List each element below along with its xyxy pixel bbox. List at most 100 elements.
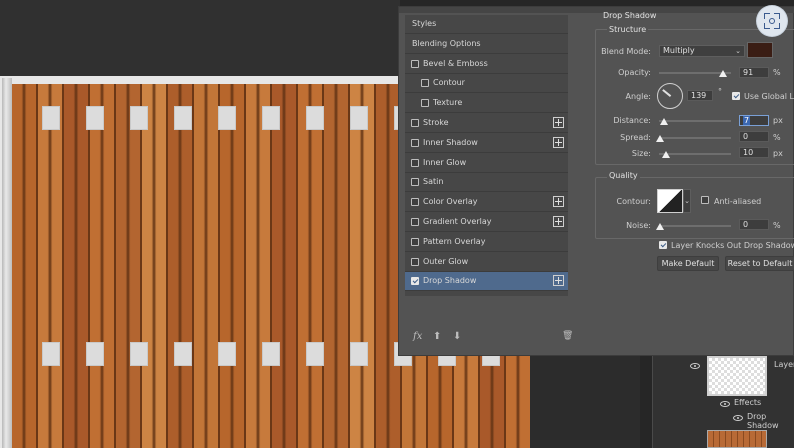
style-checkbox[interactable] (411, 59, 419, 68)
add-effect-plus-icon[interactable] (553, 216, 564, 227)
style-item-gradient-overlay[interactable]: Gradient Overlay (405, 213, 568, 232)
layer-knocks-out-label[interactable]: Layer Knocks Out Drop Shadow (671, 241, 794, 250)
drop-shadow-effect-label[interactable]: Drop Shadow (747, 412, 794, 430)
move-down-icon[interactable]: ⬇ (453, 331, 461, 342)
style-checkbox[interactable] (411, 218, 419, 226)
use-global-light-checkbox[interactable] (732, 92, 740, 100)
fence-rail-plate (130, 342, 148, 366)
drop-shadow-title: Drop Shadow (603, 11, 657, 20)
style-item-label: Bevel & Emboss (423, 58, 488, 68)
fence-board (116, 84, 140, 448)
style-item-drop-shadow[interactable]: Drop Shadow (405, 272, 568, 292)
size-slider-handle[interactable] (662, 151, 670, 158)
canvas-pasteboard (0, 0, 400, 76)
style-item-stroke[interactable]: Stroke (405, 114, 568, 133)
fence-rail-plate (42, 342, 60, 366)
style-checkbox[interactable] (411, 257, 419, 266)
fence-board (298, 84, 322, 448)
style-item-styles[interactable]: Styles (405, 15, 568, 34)
size-input[interactable]: 10 (739, 147, 769, 158)
make-default-button[interactable]: Make Default (657, 256, 719, 271)
style-item-texture[interactable]: Texture (405, 94, 568, 114)
style-checkbox[interactable] (411, 277, 419, 286)
fence-metal-post (2, 78, 12, 448)
fence-layer-thumbnail[interactable] (707, 430, 767, 448)
style-item-label: Contour (433, 78, 465, 88)
quality-title: Quality (607, 171, 640, 180)
style-item-color-overlay[interactable]: Color Overlay (405, 193, 568, 213)
style-item-satin[interactable]: Satin (405, 173, 568, 193)
size-label: Size: (631, 149, 651, 158)
angle-input[interactable]: 139 (687, 90, 713, 101)
use-global-light-label[interactable]: Use Global Light (744, 92, 794, 101)
style-item-outer-glow[interactable]: Outer Glow (405, 252, 568, 272)
style-item-inner-shadow[interactable]: Inner Shadow (405, 133, 568, 153)
spread-slider-handle[interactable] (656, 135, 664, 142)
style-checkbox[interactable] (411, 138, 419, 147)
layer-knocks-out-checkbox[interactable] (659, 241, 667, 249)
spread-input[interactable]: 0 (739, 131, 769, 142)
distance-input[interactable]: 7 (739, 115, 769, 126)
style-item-blending-options[interactable]: Blending Options (405, 34, 568, 54)
styles-list: Styles Blending Options Bevel & Emboss Cont… (405, 15, 568, 296)
add-effect-plus-icon[interactable] (553, 117, 564, 128)
style-item-label: Styles (412, 19, 437, 28)
add-effect-plus-icon[interactable] (553, 275, 564, 287)
angle-dial[interactable] (657, 83, 683, 109)
noise-input[interactable]: 0 (739, 219, 769, 230)
fx-icon[interactable]: fx (413, 331, 422, 342)
scan-icon[interactable] (757, 6, 787, 36)
fence-board (64, 84, 88, 448)
blend-mode-select[interactable]: Multiply ⌄ (659, 45, 745, 57)
shadow-color-swatch[interactable] (747, 42, 773, 58)
anti-aliased-checkbox[interactable] (701, 196, 709, 204)
fence-rail-plate (350, 342, 368, 366)
fence-rail-plate (262, 106, 280, 130)
fence-board (12, 84, 36, 448)
contour-label: Contour: (616, 197, 652, 206)
style-checkbox[interactable] (421, 79, 429, 88)
style-item-inner-glow[interactable]: Inner Glow (405, 153, 568, 173)
scan-corner (774, 13, 780, 19)
layer-name[interactable]: Layer (774, 360, 794, 369)
anti-aliased-label[interactable]: Anti-aliased (714, 197, 761, 206)
fence-rail-plate (42, 106, 60, 130)
effects-label[interactable]: Effects (734, 398, 761, 407)
noise-slider-handle[interactable] (656, 223, 664, 230)
drop-shadow-panel: Drop Shadow Structure Blend Mode: Multip… (587, 7, 794, 351)
style-item-pattern-overlay[interactable]: Pattern Overlay (405, 232, 568, 252)
spread-slider-track[interactable] (659, 137, 731, 139)
opacity-input[interactable]: 91 (739, 67, 769, 78)
style-checkbox[interactable] (411, 198, 419, 207)
trash-icon[interactable]: 🗑 (562, 331, 573, 341)
fence-rail-plate (86, 342, 104, 366)
style-checkbox[interactable] (421, 99, 429, 108)
fence-rail-plate (306, 106, 324, 130)
layer-thumbnail[interactable] (707, 356, 767, 396)
style-item-bevel-emboss[interactable]: Bevel & Emboss (405, 54, 568, 74)
style-item-label: Outer Glow (423, 256, 469, 266)
visibility-eye-icon[interactable] (690, 363, 700, 369)
distance-slider-handle[interactable] (660, 118, 668, 125)
contour-dropdown[interactable]: ⌄ (683, 189, 691, 213)
style-checkbox[interactable] (411, 158, 419, 167)
style-checkbox[interactable] (411, 119, 419, 127)
style-checkbox[interactable] (411, 178, 419, 187)
opacity-slider-handle[interactable] (719, 70, 727, 77)
move-up-icon[interactable]: ⬆ (433, 331, 441, 342)
style-item-label: Stroke (423, 118, 449, 127)
distance-slider-track[interactable] (659, 120, 731, 122)
add-effect-plus-icon[interactable] (553, 136, 564, 148)
style-item-label: Pattern Overlay (423, 236, 486, 246)
drop-shadow-eye-icon[interactable] (733, 415, 743, 421)
fence-rail-plate (174, 106, 192, 130)
style-checkbox[interactable] (411, 237, 419, 246)
fence-board (246, 84, 270, 448)
effects-eye-icon[interactable] (720, 401, 730, 407)
reset-to-default-button[interactable]: Reset to Default (725, 256, 794, 271)
noise-slider-track[interactable] (659, 225, 731, 227)
add-effect-plus-icon[interactable] (553, 196, 564, 208)
style-item-contour[interactable]: Contour (405, 74, 568, 94)
structure-title: Structure (607, 25, 649, 34)
contour-preview[interactable] (657, 189, 683, 213)
